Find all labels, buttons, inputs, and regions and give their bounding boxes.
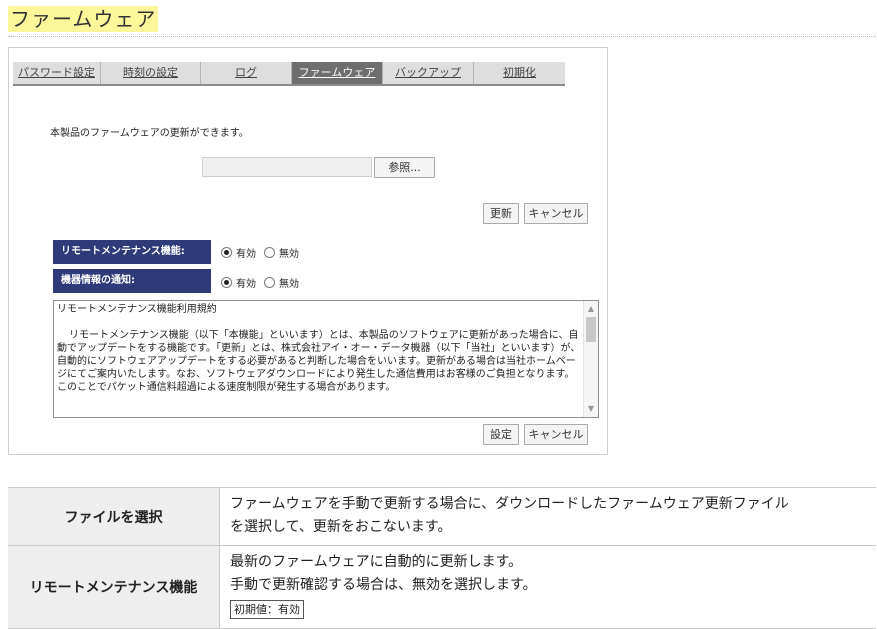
table-row: ファイルを選択 ファームウェアを手動で更新する場合に、ダウンロードしたファームウ… xyxy=(8,487,876,545)
title-divider xyxy=(8,36,876,37)
terms-scrollbar[interactable]: ▲ ▼ xyxy=(583,301,598,417)
browse-button[interactable]: 参照... xyxy=(374,157,435,178)
page-title: ファームウェア xyxy=(8,6,159,32)
table-value-line: 最新のファームウェアに自動的に更新します。 xyxy=(230,554,523,570)
terms-body: リモートメンテナンス機能（以下「本機能」といいます）とは、本製品のソフトウェアに… xyxy=(57,330,581,393)
scroll-up-icon[interactable]: ▲ xyxy=(584,303,598,315)
tab-password-settings[interactable]: パスワード設定 xyxy=(13,62,101,84)
tab-time-settings[interactable]: 時刻の設定 xyxy=(101,62,201,84)
table-value-line: を選択して、更新をおこないます。 xyxy=(230,519,452,535)
settings-screenshot-panel: パスワード設定 時刻の設定 ログ ファームウェア バックアップ 初期化 本製品の… xyxy=(8,47,608,455)
tab-log[interactable]: ログ xyxy=(201,62,292,84)
update-cancel-button[interactable]: キャンセル xyxy=(524,203,588,224)
table-key-remote-maintenance: リモートメンテナンス機能 xyxy=(8,546,220,628)
description-table: ファイルを選択 ファームウェアを手動で更新する場合に、ダウンロードしたファームウ… xyxy=(8,487,876,629)
table-row: リモートメンテナンス機能 最新のファームウェアに自動的に更新します。 手動で更新… xyxy=(8,545,876,628)
tab-backup[interactable]: バックアップ xyxy=(383,62,474,84)
notify-enabled-radio[interactable] xyxy=(221,276,232,288)
notify-disabled-radio[interactable] xyxy=(264,276,275,288)
table-key-select-file: ファイルを選択 xyxy=(8,488,220,545)
remote-maintenance-radio-group: 有効 無効 xyxy=(221,245,299,260)
remote-maintenance-label: リモートメンテナンス機能: xyxy=(53,240,211,264)
firmware-file-input[interactable] xyxy=(202,157,372,177)
firmware-description: 本製品のファームウェアの更新ができます。 xyxy=(50,128,249,139)
tab-initialize[interactable]: 初期化 xyxy=(474,62,565,84)
remote-enabled-radio[interactable] xyxy=(221,246,232,258)
settings-cancel-button[interactable]: キャンセル xyxy=(524,424,588,445)
table-value-line: ファームウェアを手動で更新する場合に、ダウンロードしたファームウェア更新ファイル xyxy=(230,496,789,512)
tab-bar: パスワード設定 時刻の設定 ログ ファームウェア バックアップ 初期化 xyxy=(13,62,565,86)
default-value-badge: 初期値：有効 xyxy=(230,600,304,619)
remote-disabled-radio[interactable] xyxy=(264,246,275,258)
remote-enabled-label: 有効 xyxy=(236,248,256,260)
terms-textarea[interactable]: リモートメンテナンス機能利用規約 リモートメンテナンス機能（以下「本機能」といい… xyxy=(53,300,599,418)
table-value-line: 手動で更新確認する場合は、無効を選択します。 xyxy=(230,577,537,593)
tab-firmware[interactable]: ファームウェア xyxy=(292,62,383,84)
scroll-down-icon[interactable]: ▼ xyxy=(584,403,598,415)
terms-title: リモートメンテナンス機能利用規約 xyxy=(57,304,217,315)
notify-disabled-label: 無効 xyxy=(279,278,299,290)
scroll-thumb[interactable] xyxy=(586,317,596,342)
remote-disabled-label: 無効 xyxy=(279,248,299,260)
device-info-notify-label: 機器情報の通知: xyxy=(53,269,211,293)
update-button[interactable]: 更新 xyxy=(483,203,519,224)
set-button[interactable]: 設定 xyxy=(483,424,519,445)
notify-enabled-label: 有効 xyxy=(236,278,256,290)
device-info-radio-group: 有効 無効 xyxy=(221,275,299,290)
